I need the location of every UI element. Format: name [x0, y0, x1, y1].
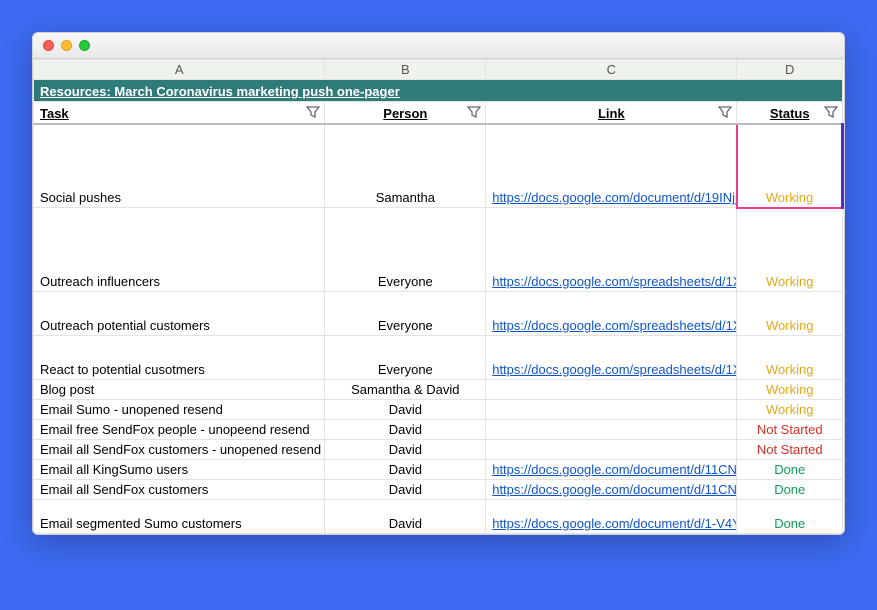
- header-link[interactable]: Link: [486, 102, 737, 124]
- table-row: Email all KingSumo usersDavid https://doc…: [34, 460, 843, 480]
- cell-person[interactable]: David: [325, 400, 486, 420]
- cell-task[interactable]: Email all SendFox customers - unopened r…: [34, 440, 325, 460]
- link-text[interactable]: https://docs.google.com/document/d/11CNT…: [492, 482, 737, 497]
- spreadsheet-grid[interactable]: A B C D Resources: March Coronavirus mar…: [33, 59, 844, 534]
- cell-task[interactable]: Email all KingSumo users: [34, 460, 325, 480]
- header-task[interactable]: Task: [34, 102, 325, 124]
- cell-task[interactable]: Social pushes: [34, 124, 325, 208]
- table-header-row: Task Person Link Status: [34, 102, 843, 124]
- cell-person[interactable]: David: [325, 500, 486, 534]
- link-text[interactable]: https://docs.google.com/spreadsheets/d/1…: [492, 318, 737, 333]
- cell-status[interactable]: Working: [737, 208, 843, 292]
- cell-link[interactable]: https://docs.google.com/document/d/11CNT…: [486, 480, 737, 500]
- header-link-label: Link: [598, 106, 625, 121]
- filter-icon[interactable]: [306, 106, 320, 118]
- cell-task[interactable]: React to potential cusotmers: [34, 336, 325, 380]
- header-person-label: Person: [383, 106, 427, 121]
- column-header-c[interactable]: C: [486, 60, 737, 80]
- cell-status[interactable]: Done: [737, 460, 843, 480]
- cell-task[interactable]: Outreach influencers: [34, 208, 325, 292]
- cell-task[interactable]: Email Sumo - unopened resend: [34, 400, 325, 420]
- cell-status[interactable]: Done: [737, 480, 843, 500]
- table-row: Email segmented Sumo customersDavid https…: [34, 500, 843, 534]
- table-row: Outreach influencersEveryone https://docs…: [34, 208, 843, 292]
- cell-status[interactable]: Working: [737, 292, 843, 336]
- table-row: Blog postSamantha & David Working: [34, 380, 843, 400]
- column-header-d[interactable]: D: [737, 60, 843, 80]
- link-text[interactable]: https://docs.google.com/document/d/11CNT…: [492, 462, 737, 477]
- cell-link[interactable]: [486, 440, 737, 460]
- cell-person[interactable]: David: [325, 440, 486, 460]
- cell-person[interactable]: Everyone: [325, 208, 486, 292]
- cell-link[interactable]: https://docs.google.com/spreadsheets/d/1…: [486, 336, 737, 380]
- column-header-b[interactable]: B: [325, 60, 486, 80]
- cell-link[interactable]: [486, 380, 737, 400]
- link-text[interactable]: https://docs.google.com/spreadsheets/d/1…: [492, 274, 737, 289]
- spreadsheet-window: A B C D Resources: March Coronavirus mar…: [32, 32, 845, 535]
- table-row: Email all SendFox customers - unopened r…: [34, 440, 843, 460]
- header-person[interactable]: Person: [325, 102, 486, 124]
- window-minimize-button[interactable]: [61, 40, 72, 51]
- table-row: Social pushesSamantha https://docs.google…: [34, 124, 843, 208]
- cell-task[interactable]: Email free SendFox people - unopeend res…: [34, 420, 325, 440]
- link-text[interactable]: https://docs.google.com/document/d/1-V4Y…: [492, 516, 737, 531]
- cell-task[interactable]: Outreach potential customers: [34, 292, 325, 336]
- cell-person[interactable]: Samantha & David: [325, 380, 486, 400]
- cell-link[interactable]: https://docs.google.com/document/d/1-V4Y…: [486, 500, 737, 534]
- cell-link[interactable]: [486, 420, 737, 440]
- cell-status[interactable]: Working: [737, 336, 843, 380]
- link-text[interactable]: https://docs.google.com/spreadsheets/d/1…: [492, 362, 737, 377]
- table-row: Email free SendFox people - unopeend res…: [34, 420, 843, 440]
- window-close-button[interactable]: [43, 40, 54, 51]
- header-task-label: Task: [40, 106, 69, 121]
- cell-person[interactable]: Everyone: [325, 336, 486, 380]
- cell-person[interactable]: David: [325, 460, 486, 480]
- cell-task[interactable]: Email all SendFox customers: [34, 480, 325, 500]
- filter-icon[interactable]: [824, 106, 838, 118]
- table-row: React to potential cusotmersEveryone http…: [34, 336, 843, 380]
- sheet-title-row: Resources: March Coronavirus marketing p…: [34, 80, 843, 102]
- cell-link[interactable]: https://docs.google.com/document/d/19INj…: [486, 124, 737, 208]
- cell-status[interactable]: Not Started: [737, 440, 843, 460]
- header-status[interactable]: Status: [737, 102, 843, 124]
- table-row: Email Sumo - unopened resendDavid Working: [34, 400, 843, 420]
- cell-status[interactable]: Not Started: [737, 420, 843, 440]
- cell-person[interactable]: Everyone: [325, 292, 486, 336]
- cell-task[interactable]: Email segmented Sumo customers: [34, 500, 325, 534]
- cell-task[interactable]: Blog post: [34, 380, 325, 400]
- cell-link[interactable]: https://docs.google.com/spreadsheets/d/1…: [486, 292, 737, 336]
- window-titlebar: [33, 33, 844, 59]
- cell-link[interactable]: https://docs.google.com/document/d/11CNT…: [486, 460, 737, 480]
- cell-person[interactable]: Samantha: [325, 124, 486, 208]
- sheet-title-cell[interactable]: Resources: March Coronavirus marketing p…: [34, 80, 843, 102]
- cell-status[interactable]: Working: [737, 400, 843, 420]
- table-row: Email all SendFox customersDavid https://…: [34, 480, 843, 500]
- column-header-row: A B C D: [34, 60, 843, 80]
- cell-status[interactable]: Working: [737, 380, 843, 400]
- window-maximize-button[interactable]: [79, 40, 90, 51]
- cell-person[interactable]: David: [325, 480, 486, 500]
- link-text[interactable]: https://docs.google.com/document/d/19INj…: [492, 190, 737, 205]
- filter-icon[interactable]: [718, 106, 732, 118]
- cell-status[interactable]: Done: [737, 500, 843, 534]
- cell-status[interactable]: Working: [737, 124, 843, 208]
- table-row: Outreach potential customersEveryone http…: [34, 292, 843, 336]
- cell-person[interactable]: David: [325, 420, 486, 440]
- filter-icon[interactable]: [467, 106, 481, 118]
- cell-link[interactable]: https://docs.google.com/spreadsheets/d/1…: [486, 208, 737, 292]
- column-header-a[interactable]: A: [34, 60, 325, 80]
- cell-link[interactable]: [486, 400, 737, 420]
- header-status-label: Status: [770, 106, 810, 121]
